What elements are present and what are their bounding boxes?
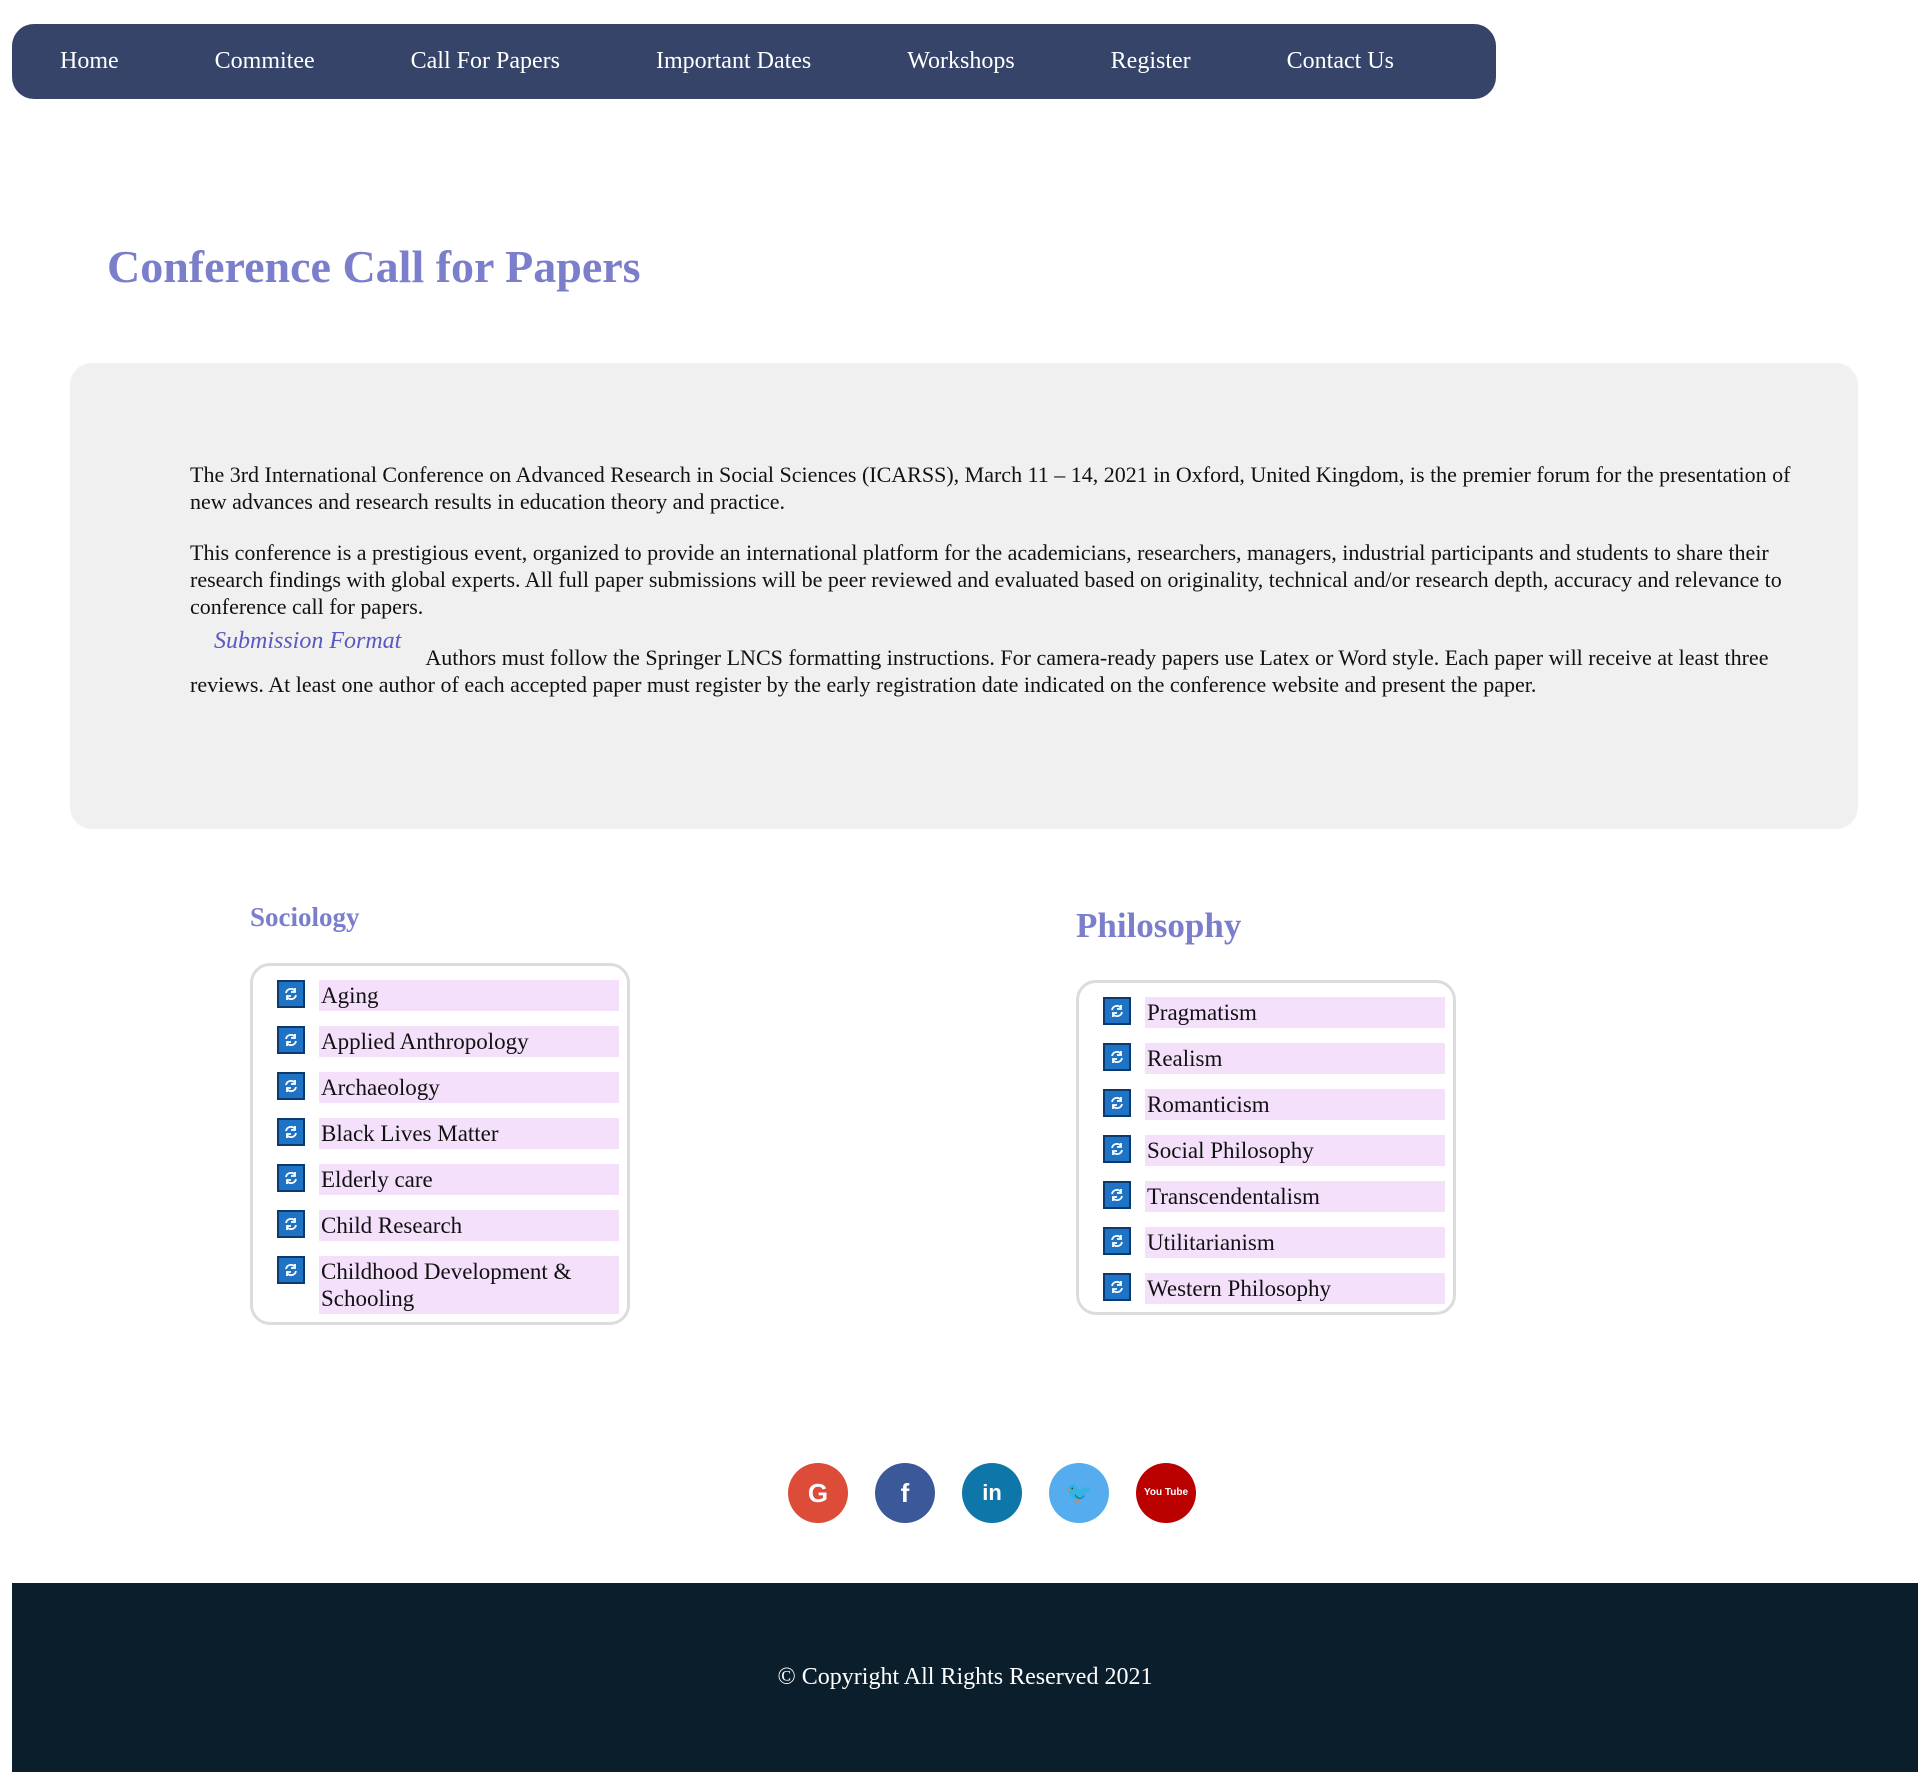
list-item-label: Utilitarianism	[1145, 1227, 1445, 1258]
list-item: Romanticism	[1103, 1089, 1445, 1120]
main-nav: Home Commitee Call For Papers Important …	[12, 24, 1496, 99]
philosophy-topic-list: Pragmatism Realism Romanticism Social Philo…	[1076, 980, 1456, 1315]
refresh-icon	[277, 1210, 305, 1238]
list-item: Pragmatism	[1103, 997, 1445, 1028]
list-item-label: Black Lives Matter	[319, 1118, 619, 1149]
footer: © Copyright All Rights Reserved 2021	[12, 1583, 1918, 1772]
submission-format-text: Authors must follow the Springer LNCS fo…	[190, 645, 1769, 697]
refresh-icon	[277, 1072, 305, 1100]
list-item-label: Archaeology	[319, 1072, 619, 1103]
refresh-icon	[277, 1118, 305, 1146]
list-item-label: Aging	[319, 980, 619, 1011]
refresh-icon	[1103, 1135, 1131, 1163]
youtube-icon[interactable]: You Tube	[1136, 1463, 1196, 1523]
refresh-icon	[1103, 997, 1131, 1025]
linkedin-icon[interactable]: in	[962, 1463, 1022, 1523]
list-item: Social Philosophy	[1103, 1135, 1445, 1166]
submission-format-heading: Submission Format	[214, 628, 402, 654]
page-title: Conference Call for Papers	[107, 241, 641, 292]
social-links: Gf in 🐦 You Tube	[788, 1463, 1196, 1523]
list-item-label: Transcendentalism	[1145, 1181, 1445, 1212]
list-item: Realism	[1103, 1043, 1445, 1074]
refresh-icon	[277, 1256, 305, 1284]
twitter-icon[interactable]: 🐦	[1049, 1463, 1109, 1523]
facebook-icon[interactable]: f	[875, 1463, 935, 1523]
intro-paragraph-2: This conference is a prestigious event, …	[190, 540, 1782, 619]
list-item: Elderly care	[277, 1164, 619, 1195]
list-item-label: Realism	[1145, 1043, 1445, 1074]
nav-contact-us[interactable]: Contact Us	[1287, 48, 1394, 75]
list-item-label: Western Philosophy	[1145, 1273, 1445, 1304]
nav-important-dates[interactable]: Important Dates	[656, 48, 811, 75]
list-item: Utilitarianism	[1103, 1227, 1445, 1258]
list-item-label: Applied Anthropology	[319, 1026, 619, 1057]
submission-format-section: Submission Format Authors must follow th…	[190, 628, 1810, 698]
list-item: Child Research	[277, 1210, 619, 1241]
intro-paragraph-1: The 3rd International Conference on Adva…	[190, 462, 1791, 514]
refresh-icon	[277, 1164, 305, 1192]
philosophy-heading: Philosophy	[1076, 906, 1242, 945]
refresh-icon	[277, 980, 305, 1008]
list-item: Western Philosophy	[1103, 1273, 1445, 1304]
sociology-heading: Sociology	[250, 902, 360, 932]
nav-call-for-papers[interactable]: Call For Papers	[411, 48, 560, 75]
intro-panel: The 3rd International Conference on Adva…	[70, 363, 1858, 829]
refresh-icon	[1103, 1227, 1131, 1255]
sociology-column: Sociology Aging Applied Anthropology Archa…	[250, 902, 630, 1325]
nav-committee[interactable]: Commitee	[215, 48, 315, 75]
nav-workshops[interactable]: Workshops	[907, 48, 1014, 75]
list-item: Black Lives Matter	[277, 1118, 619, 1149]
refresh-icon	[1103, 1089, 1131, 1117]
refresh-icon	[1103, 1043, 1131, 1071]
google-icon[interactable]: G	[788, 1463, 848, 1523]
list-item: Applied Anthropology	[277, 1026, 619, 1057]
nav-home[interactable]: Home	[60, 48, 119, 75]
nav-register[interactable]: Register	[1111, 48, 1191, 75]
list-item: Archaeology	[277, 1072, 619, 1103]
refresh-icon	[1103, 1181, 1131, 1209]
philosophy-column: Philosophy Pragmatism Realism Romanticism S…	[1076, 906, 1456, 1315]
refresh-icon	[1103, 1273, 1131, 1301]
list-item-label: Child Research	[319, 1210, 619, 1241]
list-item: Aging	[277, 980, 619, 1011]
list-item-label: Pragmatism	[1145, 997, 1445, 1028]
sociology-topic-list: Aging Applied Anthropology Archaeology Blac…	[250, 963, 630, 1325]
list-item-label: Elderly care	[319, 1164, 619, 1195]
list-item-label: Childhood Development & Schooling	[319, 1256, 619, 1314]
copyright-text: © Copyright All Rights Reserved 2021	[777, 1664, 1153, 1690]
refresh-icon	[277, 1026, 305, 1054]
list-item-label: Romanticism	[1145, 1089, 1445, 1120]
list-item-label: Social Philosophy	[1145, 1135, 1445, 1166]
list-item: Transcendentalism	[1103, 1181, 1445, 1212]
list-item: Childhood Development & Schooling	[277, 1256, 619, 1314]
